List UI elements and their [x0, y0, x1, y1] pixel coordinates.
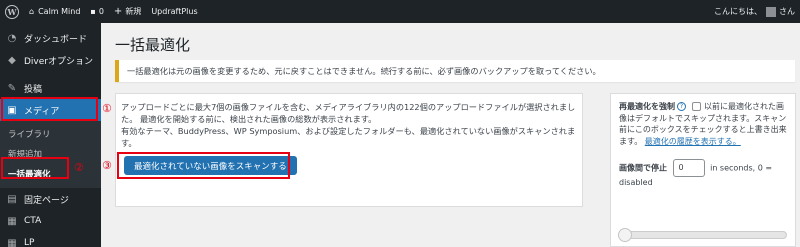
page-title: 一括最適化 — [115, 36, 191, 54]
wordpress-logo-icon: W — [5, 4, 19, 19]
force-reoptimize-label: 再最適化を強制 — [619, 102, 675, 111]
annotation-number-2: ② — [74, 161, 84, 174]
sidebar-item-label: ダッシュボード — [24, 34, 88, 45]
user-suffix: さん — [779, 7, 795, 16]
annotation-box-media — [1, 97, 98, 121]
comments-link[interactable]: ▪ 0 — [85, 0, 109, 23]
admin-bar: W ⌂ Calm Mind ▪ 0 + 新規 UpdraftPlus こんにちは… — [0, 0, 800, 23]
warning-notice: 一括最適化は元の画像を変更するため、元に戻すことはできません。続行する前に、必ず… — [115, 60, 795, 82]
delay-label: 画像間で停止 — [619, 163, 667, 173]
force-reoptimize-checkbox[interactable] — [692, 102, 701, 111]
updraftplus-link[interactable]: UpdraftPlus — [146, 0, 202, 23]
greeting-text: こんにちは、 — [714, 7, 762, 16]
annotation-number-1: ① — [102, 102, 112, 115]
description-text-2: 有効なテーマ、BuddyPress、WP Symposium、および設定したフォ… — [121, 126, 576, 148]
site-name: Calm Mind — [38, 7, 81, 16]
sidebar-item-dashboard[interactable]: ◔ ダッシュボード — [0, 27, 101, 49]
sidebar-item-diver-options[interactable]: ◆ Diverオプション — [0, 49, 101, 71]
history-link[interactable]: 最適化の履歴を表示する。 — [645, 137, 741, 146]
lp-icon: ▦ — [7, 237, 17, 247]
annotation-box-bulk-optimize — [1, 157, 69, 179]
new-content-link[interactable]: + 新規 — [109, 0, 146, 23]
comments-count: 0 — [98, 7, 104, 16]
sidebar-item-lp[interactable]: ▦ LP — [0, 232, 101, 247]
delay-slider[interactable] — [618, 228, 787, 242]
wp-logo-menu[interactable]: W — [0, 0, 24, 23]
sidebar-item-label: 固定ページ — [24, 195, 69, 206]
page-icon: ▤ — [7, 193, 17, 205]
sidebar-item-posts[interactable]: ✎ 投稿 — [0, 77, 101, 99]
sidebar-item-label: Diverオプション — [24, 56, 93, 67]
dashboard-icon: ◔ — [7, 32, 17, 44]
force-reoptimize-row: 再最適化を強制? 以前に最適化された画像はデフォルトでスキップされます。スキャン前… — [619, 101, 787, 147]
sidebar-item-cta[interactable]: ▦ CTA — [0, 210, 101, 232]
delay-input[interactable]: 0 — [672, 159, 705, 177]
delay-row: 画像間で停止 0 in seconds, 0 = disabled — [619, 159, 787, 189]
comment-icon: ▪ — [90, 7, 96, 16]
notice-text: 一括最適化は元の画像を変更するため、元に戻すことはできません。続行する前に、必ず… — [127, 66, 601, 76]
admin-sidebar: ◔ ダッシュボード ◆ Diverオプション ✎ 投稿 ▣ メディア ライブラリ… — [0, 23, 101, 247]
annotation-number-3: ③ — [102, 159, 112, 172]
sidebar-item-label: CTA — [24, 216, 42, 226]
my-account-link[interactable]: こんにちは、 さん — [709, 0, 800, 23]
sidebar-item-pages[interactable]: ▤ 固定ページ — [0, 188, 101, 210]
main-content: 一括最適化 一括最適化は元の画像を変更するため、元に戻すことはできません。続行す… — [101, 23, 800, 247]
home-icon: ⌂ — [29, 7, 35, 16]
updraftplus-label: UpdraftPlus — [151, 7, 198, 16]
new-label: 新規 — [125, 7, 142, 16]
sidebar-item-label: LP — [24, 238, 35, 247]
bulk-optimize-panel: アップロードごとに最大7個の画像ファイルを含む、メディアライブラリ内の122個の… — [115, 93, 583, 207]
site-name-link[interactable]: ⌂ Calm Mind — [24, 0, 85, 23]
pin-icon: ✎ — [7, 82, 17, 94]
cta-icon: ▦ — [7, 215, 17, 227]
annotation-box-scan-button — [117, 152, 290, 179]
plus-icon: + — [113, 6, 123, 17]
avatar — [766, 6, 776, 17]
description-text-1: アップロードごとに最大7個の画像ファイルを含む、メディアライブラリ内の122個の… — [121, 102, 576, 124]
sidebar-item-label: 投稿 — [24, 84, 43, 95]
panel-description: アップロードごとに最大7個の画像ファイルを含む、メディアライブラリ内の122個の… — [121, 101, 579, 149]
diver-icon: ◆ — [8, 54, 16, 66]
options-panel: 再最適化を強制? 以前に最適化された画像はデフォルトでスキップされます。スキャン前… — [610, 93, 796, 247]
submenu-library[interactable]: ライブラリ — [0, 124, 101, 144]
help-icon[interactable]: ? — [677, 102, 686, 111]
slider-handle[interactable] — [618, 228, 632, 242]
